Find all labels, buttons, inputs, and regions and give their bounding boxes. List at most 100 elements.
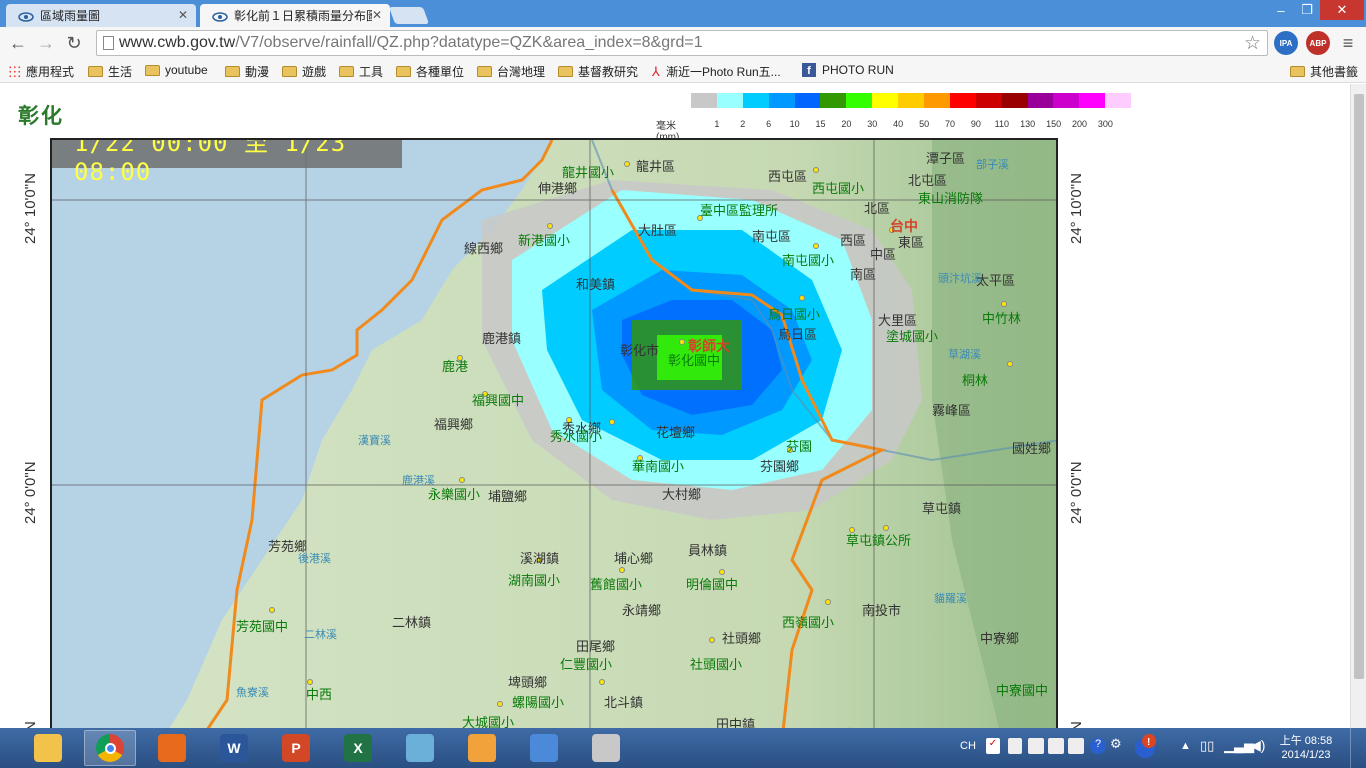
alert-icon[interactable]: ! — [1134, 734, 1156, 760]
bookmark-apps[interactable]: 應用程式 — [8, 63, 74, 80]
taskbar-notepad-button[interactable] — [394, 730, 446, 766]
forward-arrow-icon[interactable]: → — [34, 31, 58, 55]
tab-changhua-rainfall[interactable]: 彰化前１日累積雨量分布圖 ✕ — [200, 4, 390, 27]
station-marker[interactable] — [624, 161, 630, 167]
place-label-school[interactable]: 明倫國中 — [686, 574, 738, 593]
place-label-school[interactable]: 臺中區監理所 — [700, 200, 778, 219]
place-label-school[interactable]: 華南國小 — [632, 456, 684, 475]
reload-icon[interactable]: ↻ — [62, 31, 86, 55]
taskbar-calculator-button[interactable] — [580, 730, 632, 766]
bookmark-folder[interactable]: 生活 — [88, 63, 132, 80]
bookmark-facebook[interactable]: f PHOTO RUN — [802, 63, 894, 77]
station-marker[interactable] — [497, 701, 503, 707]
station-marker[interactable] — [679, 339, 685, 345]
place-label-school[interactable]: 湖南國小 — [508, 570, 560, 589]
station-marker[interactable] — [599, 679, 605, 685]
minimize-button[interactable]: – — [1268, 0, 1294, 20]
place-label-school[interactable]: 福興國中 — [472, 390, 524, 409]
place-label-school[interactable]: 社頭國小 — [690, 654, 742, 673]
bookmark-star-icon[interactable]: ☆ — [1244, 32, 1261, 55]
place-label-school[interactable]: 東山消防隊 — [918, 188, 983, 207]
taskbar-file-explorer-button[interactable] — [22, 730, 74, 766]
language-indicator[interactable]: CH — [960, 740, 976, 752]
ipa-extension-icon[interactable]: IPA — [1274, 31, 1298, 55]
bookmark-folder[interactable]: 基督教研究 — [558, 63, 638, 80]
place-label-school[interactable]: 彰化國中 — [668, 350, 720, 369]
place-label-school[interactable]: 中寮國中 — [996, 680, 1048, 699]
volume-icon[interactable]: ◀) — [1250, 737, 1265, 754]
taskbar-excel-button[interactable]: X — [332, 730, 384, 766]
taskbar-powerpoint-button[interactable]: P — [270, 730, 322, 766]
settings-icon[interactable]: ⚙ — [1110, 736, 1122, 752]
place-label-school[interactable]: 中西 — [306, 684, 332, 703]
place-label-school[interactable]: 鹿港 — [442, 356, 468, 375]
taskbar-chrome-button[interactable] — [84, 730, 136, 766]
station-marker[interactable] — [1007, 361, 1013, 367]
show-desktop-button[interactable] — [1350, 728, 1366, 768]
taskbar-paint-button[interactable] — [456, 730, 508, 766]
adblock-plus-icon[interactable]: ABP — [1306, 31, 1330, 55]
help-icon[interactable]: ? — [1090, 738, 1106, 754]
station-marker[interactable] — [709, 637, 715, 643]
place-label-school[interactable]: 舊館國小 — [590, 574, 642, 593]
softkeyboard-icon[interactable] — [1068, 738, 1084, 754]
place-label-school[interactable]: 秀水國小 — [550, 426, 602, 445]
place-label-school[interactable]: 大城國小 — [462, 712, 514, 728]
bookmark-folder[interactable]: youtube — [145, 63, 208, 77]
lat-label-right-lower: 24° 0'0"N — [1068, 461, 1085, 524]
close-window-button[interactable]: ✕ — [1320, 0, 1364, 20]
tab-regional-rainfall[interactable]: 區域雨量圖 ✕ — [6, 4, 196, 27]
station-marker[interactable] — [609, 419, 615, 425]
place-label-school[interactable]: 南屯國小 — [782, 250, 834, 269]
place-label-school[interactable]: 草屯鎮公所 — [846, 530, 911, 549]
back-arrow-icon[interactable]: ← — [6, 31, 30, 55]
place-label-school[interactable]: 烏日國小 — [768, 304, 820, 323]
new-tab-button[interactable] — [388, 7, 430, 24]
taskbar-media-player-button[interactable] — [146, 730, 198, 766]
place-label-school[interactable]: 螺陽國小 — [512, 692, 564, 711]
place-label-school[interactable]: 芬園 — [786, 436, 812, 455]
place-label-town: 中寮鄉 — [980, 631, 1020, 646]
vertical-scrollbar[interactable] — [1350, 84, 1366, 728]
station-marker[interactable] — [547, 223, 553, 229]
bookmark-folder[interactable]: 動漫 — [225, 63, 269, 80]
place-label-school[interactable]: 永樂國小 — [428, 484, 480, 503]
place-label-school[interactable]: 西嶺國小 — [782, 612, 834, 631]
place-label-school[interactable]: 仁豐國小 — [560, 654, 612, 673]
clock[interactable]: 上午 08:58 2014/1/23 — [1276, 734, 1336, 762]
station-marker[interactable] — [1001, 301, 1007, 307]
place-label-school[interactable]: 西屯國小 — [812, 178, 864, 197]
station-marker[interactable] — [459, 477, 465, 483]
place-label-school[interactable]: 新港國小 — [518, 230, 570, 249]
place-label-school[interactable]: 芳苑國中 — [236, 616, 288, 635]
station-marker[interactable] — [825, 599, 831, 605]
ime-icon[interactable]: ✓ — [986, 738, 1000, 754]
place-label-school[interactable]: 中竹林 — [982, 308, 1021, 327]
network-adapter-icon[interactable]: ▯▯ — [1200, 738, 1214, 754]
bookmark-pdf[interactable]: ⅄ 漸近一Photo Run五... — [652, 63, 781, 80]
station-marker[interactable] — [269, 607, 275, 613]
taskbar-word-button[interactable]: W — [208, 730, 260, 766]
station-marker[interactable] — [619, 567, 625, 573]
taskbar-magnifier-button[interactable] — [518, 730, 570, 766]
place-label-school[interactable]: 塗城國小 — [886, 326, 938, 345]
fullwidth-icon[interactable] — [1028, 738, 1044, 754]
scrollbar-thumb[interactable] — [1354, 94, 1364, 679]
menu-icon[interactable]: ≡ — [1336, 31, 1360, 55]
address-bar[interactable]: www.cwb.gov.tw/V7/observe/rainfall/QZ.ph… — [96, 30, 1268, 56]
keyboard-icon[interactable] — [1048, 738, 1064, 754]
restore-button[interactable]: ❐ — [1294, 0, 1320, 20]
station-marker[interactable] — [813, 167, 819, 173]
close-icon[interactable]: ✕ — [372, 8, 382, 22]
tray-expand-icon[interactable]: ▲ — [1180, 740, 1191, 752]
bookmark-other[interactable]: 其他書籤 — [1290, 63, 1358, 80]
bookmark-folder[interactable]: 遊戲 — [282, 63, 326, 80]
bookmark-folder[interactable]: 工具 — [339, 63, 383, 80]
bookmark-folder[interactable]: 各種單位 — [396, 63, 464, 80]
bookmark-folder[interactable]: 台灣地理 — [477, 63, 545, 80]
station-marker[interactable] — [813, 243, 819, 249]
close-icon[interactable]: ✕ — [178, 8, 188, 22]
place-label-school[interactable]: 桐林 — [962, 370, 988, 389]
station-marker[interactable] — [799, 295, 805, 301]
ime-mode-icon[interactable] — [1008, 738, 1022, 754]
